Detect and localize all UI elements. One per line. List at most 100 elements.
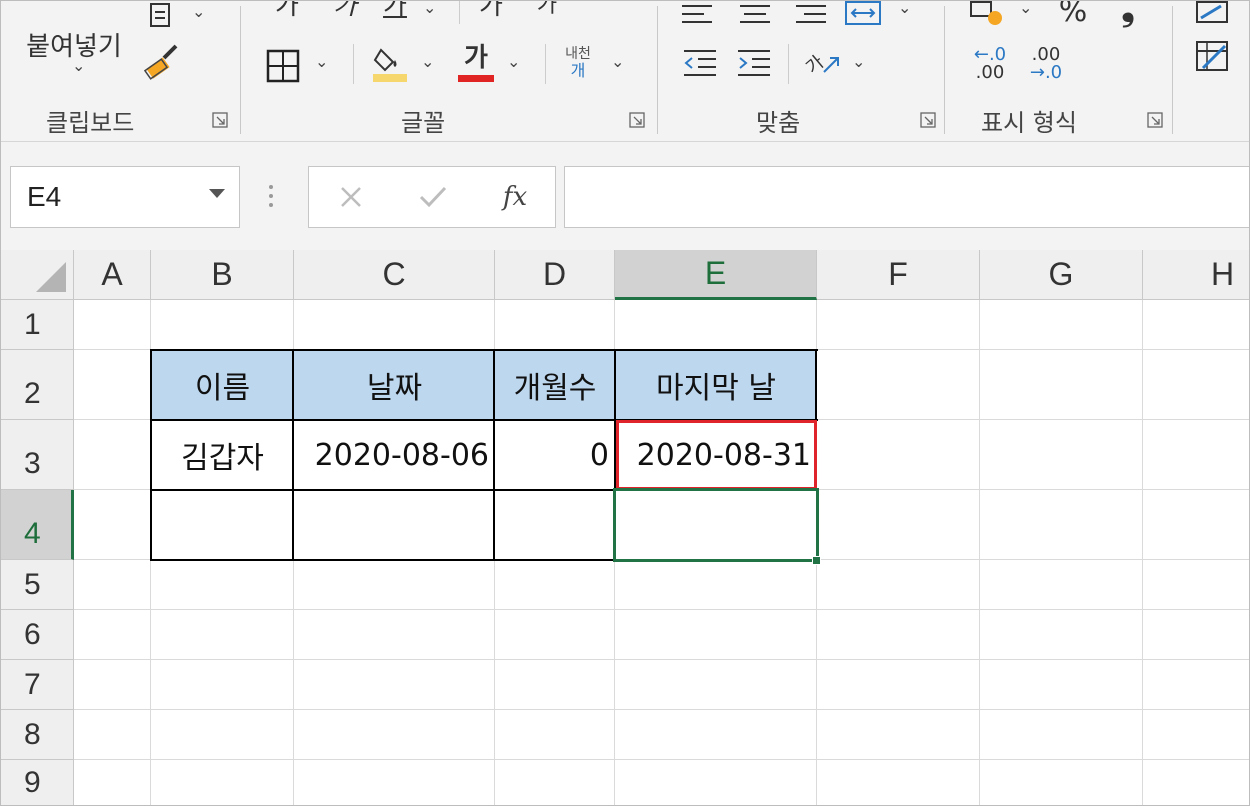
select-all-button[interactable] [0, 250, 74, 300]
merge-dropdown-icon[interactable]: ⌄ [898, 0, 911, 17]
merge-center-icon[interactable] [844, 0, 882, 26]
underline-button[interactable]: 가 [375, 0, 415, 21]
phonetic-dropdown-icon[interactable]: ⌄ [611, 52, 624, 71]
cell-b2[interactable]: 이름 [151, 350, 294, 420]
check-icon [419, 186, 447, 208]
separator [788, 44, 789, 84]
underline-dropdown-icon[interactable]: ⌄ [423, 0, 436, 17]
enter-button[interactable] [403, 167, 463, 227]
table-border [150, 349, 152, 561]
row-header-6[interactable]: 6 [0, 610, 74, 660]
copy-dropdown-icon[interactable]: ⌄ [192, 2, 205, 21]
cell-d3[interactable]: 0 [495, 420, 615, 490]
italic-button[interactable]: 가 [325, 0, 365, 21]
phonetic-guide-button[interactable]: 내천 개 [553, 40, 603, 86]
align-bottom-icon[interactable] [794, 2, 828, 24]
decrease-indent-icon[interactable] [682, 48, 718, 78]
styles-group [1173, 0, 1250, 142]
row-header-2[interactable]: 2 [0, 350, 74, 420]
table-border [493, 349, 495, 561]
cell-d2[interactable]: 개월수 [495, 350, 615, 420]
column-header-e[interactable]: E [615, 250, 817, 300]
active-cell-e4[interactable] [613, 488, 819, 562]
formula-input[interactable] [564, 166, 1250, 228]
name-box-dropdown-icon[interactable] [209, 189, 225, 198]
alignment-group: ⌄ 가 ⌄ 맞춤 [658, 0, 944, 142]
insert-function-button[interactable]: fx [485, 167, 545, 227]
accounting-format-icon[interactable] [969, 0, 1005, 26]
conditional-formatting-icon[interactable] [1195, 0, 1231, 24]
cell-e2[interactable]: 마지막 날 [615, 350, 817, 420]
increase-indent-icon[interactable] [736, 48, 772, 78]
name-box[interactable]: E4 [10, 166, 240, 228]
font-color-button[interactable]: 가 [453, 38, 499, 86]
row-header-8[interactable]: 8 [0, 710, 74, 760]
row-header-9[interactable]: 9 [0, 760, 74, 806]
column-header-f[interactable]: F [817, 250, 980, 300]
format-painter-icon [143, 44, 178, 80]
fill-color-dropdown-icon[interactable]: ⌄ [421, 52, 434, 71]
borders-dropdown-icon[interactable]: ⌄ [315, 52, 328, 71]
orientation-button[interactable]: 가 [802, 46, 846, 82]
number-group-label: 표시 형식 [981, 109, 1077, 137]
name-box-value: E4 [27, 181, 62, 212]
gridline [1142, 300, 1143, 806]
fx-icon: fx [502, 182, 528, 212]
font-color-bar [458, 74, 494, 82]
paste-dropdown-icon[interactable]: ⌄ [72, 56, 85, 75]
gridline [74, 659, 1250, 660]
copy-button[interactable] [140, 0, 184, 30]
highlight-box [616, 420, 817, 490]
phonetic-bottom-text: 개 [570, 61, 586, 80]
alignment-dialog-launcher-icon[interactable] [920, 112, 936, 128]
bold-button[interactable]: 가 [267, 0, 307, 21]
row-header-7[interactable]: 7 [0, 660, 74, 710]
cancel-button[interactable] [321, 167, 381, 227]
format-painter-button[interactable] [138, 40, 186, 84]
cell-c2[interactable]: 날짜 [294, 350, 495, 420]
font-color-dropdown-icon[interactable]: ⌄ [507, 52, 520, 71]
number-dialog-launcher-icon[interactable] [1147, 112, 1163, 128]
number-group: ⌄ % ❟ ←.0 .00 .00 →.0 표시 형식 [945, 0, 1171, 142]
row-header-4[interactable]: 4 [0, 490, 74, 560]
gridline [979, 300, 980, 806]
column-header-g[interactable]: G [980, 250, 1143, 300]
row-header-5[interactable]: 5 [0, 560, 74, 610]
cell-c4[interactable] [294, 490, 495, 560]
increase-decimal-button[interactable]: ←.0 .00 [965, 44, 1015, 84]
cancel-icon [341, 187, 361, 207]
select-all-triangle-icon [36, 262, 66, 292]
column-header-c[interactable]: C [294, 250, 495, 300]
fill-handle[interactable] [812, 556, 821, 565]
column-header-h[interactable]: H [1143, 250, 1250, 300]
format-as-table-icon[interactable] [1195, 40, 1231, 74]
percent-button[interactable]: % [1053, 0, 1093, 29]
row-header-1[interactable]: 1 [0, 300, 74, 350]
decrease-font-button[interactable]: 가 [527, 0, 567, 18]
accounting-dropdown-icon[interactable]: ⌄ [1019, 0, 1032, 17]
orientation-dropdown-icon[interactable]: ⌄ [852, 52, 865, 71]
borders-button[interactable] [261, 44, 305, 88]
column-header-d[interactable]: D [495, 250, 615, 300]
align-middle-icon[interactable] [738, 2, 772, 24]
cell-c3[interactable]: 2020-08-06 [294, 420, 495, 490]
increase-font-button[interactable]: 가 [471, 0, 511, 21]
phonetic-top-text: 내천 [565, 46, 591, 62]
font-group-label: 글꼴 [401, 109, 446, 137]
comma-button[interactable]: ❟ [1113, 0, 1143, 29]
row-header-3[interactable]: 3 [0, 420, 74, 490]
column-header-a[interactable]: A [74, 250, 151, 300]
clipboard-dialog-launcher-icon[interactable] [212, 112, 228, 128]
increase-decimal-bottom: .00 [975, 62, 1005, 83]
decrease-decimal-button[interactable]: .00 →.0 [1021, 44, 1071, 84]
cell-b4[interactable] [151, 490, 294, 560]
column-header-b[interactable]: B [151, 250, 294, 300]
cell-d4[interactable] [495, 490, 615, 560]
formula-bar-resize-handle-icon[interactable] [266, 182, 276, 210]
table-border [150, 349, 818, 351]
fill-color-button[interactable] [367, 42, 413, 86]
align-top-icon[interactable] [680, 2, 714, 24]
font-dialog-launcher-icon[interactable] [629, 112, 645, 128]
cell-b3[interactable]: 김갑자 [151, 420, 294, 490]
separator [459, 0, 460, 24]
